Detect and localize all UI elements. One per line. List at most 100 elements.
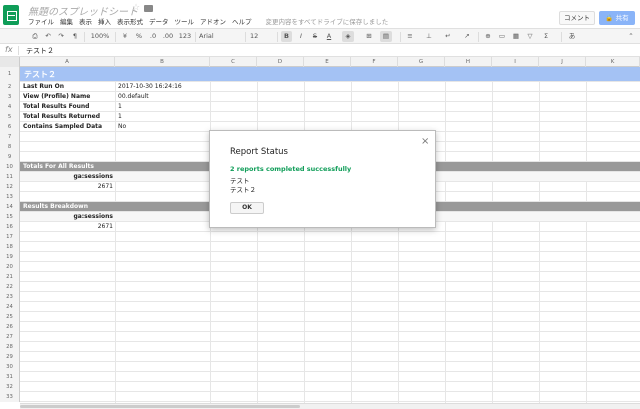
row-number[interactable]: 21 xyxy=(0,272,20,282)
row-number[interactable]: 4 xyxy=(0,102,20,112)
filter-icon[interactable]: ▽ xyxy=(525,31,535,42)
merge-cells-icon[interactable]: ▤ xyxy=(380,31,392,42)
column-header-c[interactable]: C xyxy=(210,57,257,67)
column-header-a[interactable]: A xyxy=(20,57,115,67)
column-header-g[interactable]: G xyxy=(398,57,445,67)
close-icon[interactable]: × xyxy=(421,137,429,147)
totals-value-cell[interactable]: 2671 xyxy=(20,182,113,192)
meta-label-cell[interactable]: Total Results Found xyxy=(23,102,89,112)
save-status[interactable]: 変更内容をすべてドライブに保存しました xyxy=(266,16,389,26)
sheet-row[interactable]: 4 Total Results Found 1 xyxy=(0,102,640,112)
row-number[interactable]: 28 xyxy=(0,342,20,352)
row-number[interactable]: 18 xyxy=(0,242,20,252)
row-number[interactable]: 33 xyxy=(0,392,20,402)
meta-value-cell[interactable]: 1 xyxy=(118,102,122,112)
sheet-row[interactable]: 29 xyxy=(0,352,640,362)
share-button[interactable]: 🔒 共有 xyxy=(599,11,635,25)
spreadsheet-grid[interactable]: A B C D E F G H I J K 1 テスト２ 2 Last Run … xyxy=(0,57,640,403)
row-number[interactable]: 9 xyxy=(0,152,20,162)
sheet-row[interactable]: 22 xyxy=(0,282,640,292)
more-formats-select[interactable]: 123 xyxy=(177,31,193,42)
comments-button[interactable]: コメント xyxy=(559,11,595,25)
totals-header-cell[interactable]: Totals For All Results xyxy=(23,162,94,172)
row-number[interactable]: 19 xyxy=(0,252,20,262)
redo-icon[interactable]: ↷ xyxy=(56,31,66,42)
sheet-row[interactable]: 21 xyxy=(0,272,640,282)
sheet-row[interactable]: 30 xyxy=(0,362,640,372)
column-header-j[interactable]: J xyxy=(539,57,586,67)
row-number[interactable]: 29 xyxy=(0,352,20,362)
undo-icon[interactable]: ↶ xyxy=(43,31,53,42)
increase-decimal-button[interactable]: .00 xyxy=(161,31,175,42)
row-number[interactable]: 27 xyxy=(0,332,20,342)
breakdown-header-cell[interactable]: Results Breakdown xyxy=(23,202,88,212)
sheet-title-cell[interactable]: テスト２ xyxy=(24,67,56,82)
borders-icon[interactable]: ⊞ xyxy=(364,31,374,42)
row-number[interactable]: 32 xyxy=(0,382,20,392)
row-number[interactable]: 13 xyxy=(0,192,20,202)
text-rotation-icon[interactable]: ↗ xyxy=(462,31,472,42)
print-icon[interactable]: ⎙ xyxy=(30,31,40,42)
row-number[interactable]: 30 xyxy=(0,362,20,372)
row-number[interactable]: 24 xyxy=(0,302,20,312)
row-number[interactable]: 8 xyxy=(0,142,20,152)
bold-button[interactable]: B xyxy=(281,31,292,42)
meta-value-cell[interactable]: 2017-10-30 16:24:16 xyxy=(118,82,182,92)
zoom-select[interactable]: 100% xyxy=(89,31,111,42)
strikethrough-button[interactable]: S xyxy=(310,31,320,42)
scrollbar-thumb[interactable] xyxy=(20,405,300,408)
currency-format-button[interactable]: ¥ xyxy=(120,31,130,42)
sheet-row[interactable]: 28 xyxy=(0,342,640,352)
sheet-row[interactable]: 19 xyxy=(0,252,640,262)
meta-value-cell[interactable]: 1 xyxy=(118,112,122,122)
functions-button[interactable]: Σ xyxy=(541,31,551,42)
folder-icon[interactable] xyxy=(144,5,153,12)
row-number[interactable]: 6 xyxy=(0,122,20,132)
decrease-decimal-button[interactable]: .0 xyxy=(147,31,159,42)
menu-view[interactable]: 表示 xyxy=(79,16,92,26)
row-number[interactable]: 1 xyxy=(0,67,20,82)
row-number[interactable]: 11 xyxy=(0,172,20,182)
column-header-h[interactable]: H xyxy=(445,57,492,67)
row-number[interactable]: 17 xyxy=(0,232,20,242)
row-number[interactable]: 23 xyxy=(0,292,20,302)
totals-metric-cell[interactable]: ga:sessions xyxy=(20,172,113,182)
text-wrap-icon[interactable]: ↵ xyxy=(443,31,453,42)
sheet-row[interactable]: 18 xyxy=(0,242,640,252)
row-number[interactable]: 15 xyxy=(0,212,20,222)
sheet-row[interactable]: 31 xyxy=(0,372,640,382)
sheets-logo-icon[interactable] xyxy=(3,5,19,25)
font-size-select[interactable]: 12 xyxy=(250,31,266,42)
sheet-row[interactable]: 32 xyxy=(0,382,640,392)
column-header-d[interactable]: D xyxy=(257,57,304,67)
menu-help[interactable]: ヘルプ xyxy=(232,16,252,26)
input-tools-button[interactable]: あ xyxy=(566,31,578,42)
sheet-row[interactable]: 27 xyxy=(0,332,640,342)
insert-comment-icon[interactable]: ▭ xyxy=(497,31,507,42)
meta-label-cell[interactable]: Total Results Returned xyxy=(23,112,100,122)
menu-insert[interactable]: 挿入 xyxy=(98,16,111,26)
sheet-row[interactable]: 5 Total Results Returned 1 xyxy=(0,112,640,122)
row-number[interactable]: 26 xyxy=(0,322,20,332)
column-header-k[interactable]: K xyxy=(586,57,640,67)
sheet-row[interactable]: 26 xyxy=(0,322,640,332)
italic-button[interactable]: I xyxy=(296,31,306,42)
fill-color-button[interactable]: ◈ xyxy=(342,31,354,42)
row-number[interactable]: 2 xyxy=(0,82,20,92)
text-color-button[interactable]: A xyxy=(324,31,334,42)
menu-addons[interactable]: アドオン xyxy=(200,16,226,26)
paint-format-icon[interactable]: ¶ xyxy=(70,31,80,42)
sheet-row[interactable]: 24 xyxy=(0,302,640,312)
menu-format[interactable]: 表示形式 xyxy=(117,16,143,26)
row-number[interactable]: 3 xyxy=(0,92,20,102)
sheet-row[interactable]: 33 xyxy=(0,392,640,402)
menu-file[interactable]: ファイル xyxy=(28,16,54,26)
row-number[interactable]: 12 xyxy=(0,182,20,192)
row-number[interactable]: 14 xyxy=(0,202,20,212)
sheet-row[interactable]: 3 View (Profile) Name 00.default xyxy=(0,92,640,102)
vertical-align-icon[interactable]: ⊥ xyxy=(424,31,434,42)
row-number[interactable]: 7 xyxy=(0,132,20,142)
ok-button[interactable]: OK xyxy=(230,202,264,214)
row-number[interactable]: 25 xyxy=(0,312,20,322)
breakdown-metric-cell[interactable]: ga:sessions xyxy=(20,212,113,222)
